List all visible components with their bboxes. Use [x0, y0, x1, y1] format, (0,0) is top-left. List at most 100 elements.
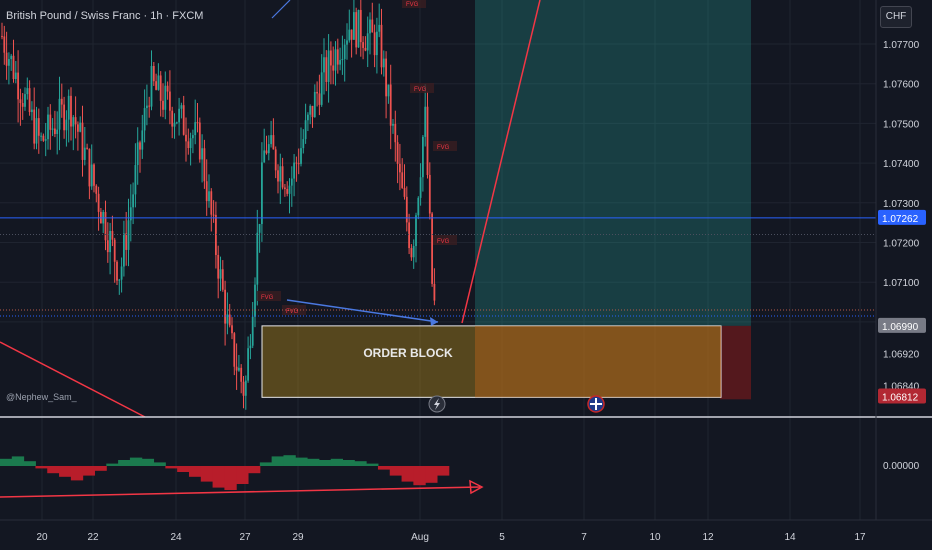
candle-body — [297, 163, 300, 165]
candle-body — [265, 150, 268, 154]
order-block-right — [475, 325, 721, 398]
oscillator-bar — [212, 466, 225, 488]
candle-body — [8, 59, 10, 66]
candle-body — [123, 233, 125, 267]
time-tick: 7 — [581, 532, 587, 543]
candle-body — [334, 49, 337, 71]
candle-body — [221, 269, 224, 290]
time-tick: 20 — [36, 532, 48, 543]
oscillator-bar — [106, 463, 119, 466]
price-label-current-price: 1.07262 — [882, 214, 919, 225]
candle-body — [67, 95, 70, 120]
divergence-arrow — [0, 486, 481, 498]
candle-body — [378, 24, 381, 32]
candle-body — [125, 233, 128, 250]
trend-line — [0, 341, 146, 418]
arrow-head — [430, 317, 438, 326]
candle-body — [60, 98, 63, 105]
author-watermark: @Nephew_Sam_ — [6, 392, 77, 402]
candle-body — [426, 106, 429, 175]
candle-body — [279, 166, 282, 182]
oscillator-bar — [342, 460, 355, 466]
price-tick: 1.07700 — [883, 40, 920, 51]
candle-body — [385, 58, 387, 97]
fvg-label: FVG — [414, 87, 427, 93]
candle-body — [295, 162, 298, 164]
candle-body — [362, 42, 364, 48]
oscillator-bar — [330, 458, 344, 466]
candle-body — [196, 122, 199, 124]
fvg-label: FVG — [437, 145, 450, 151]
candle-body — [173, 122, 176, 127]
candle-body — [240, 367, 243, 382]
candle-body — [47, 114, 49, 140]
candle-body — [219, 269, 222, 279]
candle-body — [323, 57, 325, 73]
time-tick: 24 — [170, 532, 182, 543]
candle-body — [79, 122, 82, 132]
candle-body — [205, 181, 208, 202]
candle-body — [24, 94, 26, 107]
oscillator-bar — [23, 461, 36, 466]
candle-body — [217, 254, 220, 279]
candle-body — [302, 139, 305, 149]
chart-canvas[interactable]: ORDER BLOCK FVGFVGFVGFVGFVGFVG 1.077001.… — [0, 0, 932, 550]
price-tick: 1.07600 — [883, 80, 920, 91]
candle-body — [88, 148, 91, 187]
candle-body — [313, 91, 316, 118]
candle-body — [49, 114, 52, 130]
candle-body — [353, 12, 355, 40]
candle-body — [346, 40, 348, 45]
order-block-label: ORDER BLOCK — [363, 346, 453, 360]
oscillator-bar — [389, 466, 403, 476]
time-tick: 5 — [499, 532, 505, 543]
time-tick: 22 — [87, 532, 99, 543]
candle-body — [212, 214, 215, 216]
candle-body — [327, 50, 330, 82]
time-axis[interactable]: 20 22 24 27 29 Aug 5 7 10 12 14 17 — [0, 519, 932, 543]
candle-body — [203, 148, 206, 182]
oscillator-bar — [437, 466, 450, 476]
candle-body — [109, 230, 111, 253]
currency-button[interactable]: CHF — [880, 6, 912, 28]
candle-body — [376, 31, 378, 56]
oscillator-bar — [259, 462, 273, 466]
price-label-stop: 1.06812 — [882, 393, 919, 404]
time-tick: 27 — [239, 532, 251, 543]
candle-body — [424, 106, 427, 137]
candle-body — [415, 215, 417, 246]
fvg-label: FVG — [437, 239, 450, 245]
oscillator-bar — [59, 466, 72, 477]
candle-body — [136, 142, 139, 166]
candle-body — [373, 32, 376, 56]
candle-body — [366, 33, 369, 51]
candle-body — [244, 380, 247, 396]
candle-body — [118, 279, 121, 281]
candle-body — [178, 108, 180, 123]
time-tick: Aug — [411, 532, 429, 543]
candle-body — [392, 123, 394, 126]
oscillator-bar — [295, 457, 308, 466]
candle-body — [35, 118, 38, 144]
oscillator-bar — [141, 458, 155, 466]
candle-body — [132, 194, 134, 208]
candle-body — [113, 239, 116, 262]
oscillator-bar — [425, 466, 438, 483]
candle-body — [148, 105, 151, 107]
candle-body — [155, 81, 157, 90]
structure-line — [271, 0, 291, 19]
candle-body — [12, 55, 15, 80]
candle-body — [261, 162, 263, 224]
candle-body — [19, 99, 22, 104]
candle-body — [251, 316, 254, 346]
price-axis[interactable]: 1.07700 1.07600 1.07500 1.07400 1.07300 1.072… — [875, 0, 926, 520]
oscillator-bar — [129, 457, 143, 466]
candle-body — [157, 75, 160, 90]
oscillator-bar — [94, 466, 107, 471]
candle-body — [371, 19, 374, 33]
candle-body — [192, 135, 194, 139]
candle-body — [134, 165, 137, 195]
candle-body — [143, 108, 146, 131]
oscillator-bar — [354, 461, 367, 466]
candle-body — [258, 223, 261, 233]
